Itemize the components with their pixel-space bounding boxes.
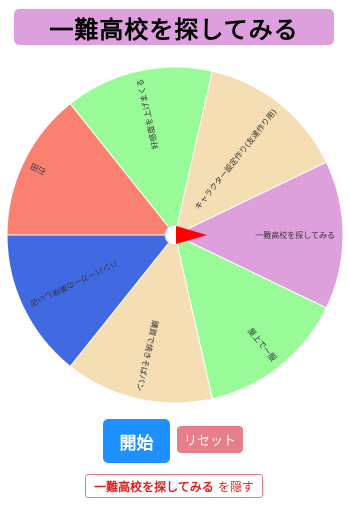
hide-item-target: 一難高校を探してみる	[94, 479, 214, 494]
roulette-wheel[interactable]: 一難高校を探してみる屋上で一服購買で焼きそばパンハンバーガーの美味しい店石田好感…	[0, 0, 350, 512]
start-button[interactable]: 開始	[103, 419, 170, 463]
hide-item-suffix: を隠す	[217, 479, 254, 494]
hide-item-button[interactable]: 一難高校を探してみる を隠す	[85, 474, 263, 498]
wheel-segment-label: 一難高校を探してみる	[255, 230, 335, 240]
reset-button[interactable]: リセット	[177, 426, 243, 453]
